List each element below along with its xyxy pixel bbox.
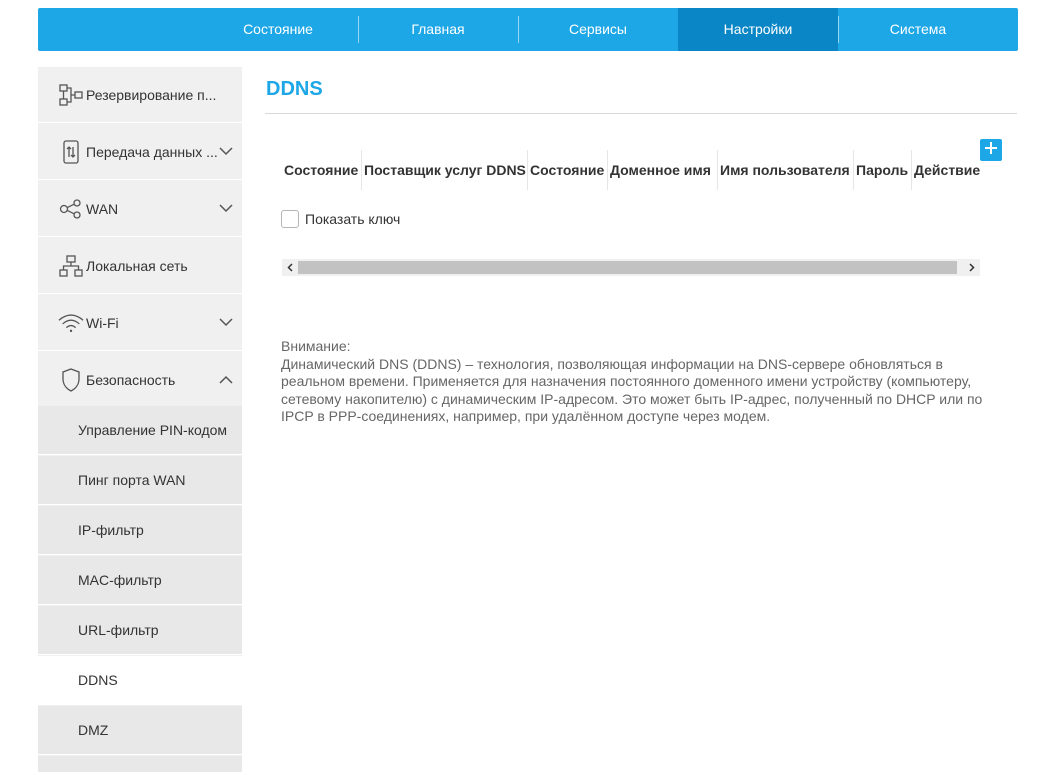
submenu-item-pin[interactable]: Управление PIN-кодом	[38, 406, 242, 455]
wan-icon	[58, 196, 84, 222]
plus-icon	[985, 141, 997, 159]
notice-text: Динамический DNS (DDNS) – технология, по…	[281, 355, 983, 425]
sidebar-item-label: Безопасность	[86, 371, 176, 388]
sidebar-item-backup[interactable]: Резервирование п...	[38, 67, 242, 123]
tab-services[interactable]: Сервисы	[518, 8, 678, 51]
tab-status[interactable]: Состояние	[198, 8, 358, 51]
sidebar: Резервирование п... Передача данных ... …	[38, 67, 242, 772]
submenu-item-label: IP-фильтр	[78, 522, 144, 538]
title-divider	[265, 113, 1017, 114]
page-title: DDNS	[266, 78, 323, 100]
wifi-icon	[58, 310, 84, 336]
submenu-item-wan-ping[interactable]: Пинг порта WAN	[38, 456, 242, 505]
tab-settings[interactable]: Настройки	[678, 8, 838, 51]
sidebar-item-label: Локальная сеть	[86, 257, 188, 274]
sidebar-item-wifi[interactable]: Wi-Fi	[38, 295, 242, 351]
chevron-down-icon	[218, 201, 234, 217]
sidebar-item-label: Wi-Fi	[86, 314, 119, 331]
notice-title: Внимание:	[281, 338, 351, 354]
submenu-item-url-filter[interactable]: URL-фильтр	[38, 606, 242, 655]
mobile-data-icon	[58, 139, 84, 165]
tab-home[interactable]: Главная	[358, 8, 518, 51]
chevron-down-icon	[218, 315, 234, 331]
show-key-label: Показать ключ	[305, 211, 401, 227]
sidebar-item-security[interactable]: Безопасность	[38, 352, 242, 408]
scroll-left-icon[interactable]	[282, 259, 298, 276]
submenu-item-label: Пинг порта WAN	[78, 472, 186, 488]
notice: Внимание: Динамический DNS (DDNS) – техн…	[281, 338, 1001, 426]
submenu-item-more[interactable]	[38, 756, 242, 772]
sidebar-item-mobile-data[interactable]: Передача данных ...	[38, 124, 242, 180]
tab-system[interactable]: Система	[838, 8, 998, 51]
sidebar-item-label: Резервирование п...	[86, 86, 217, 103]
submenu-item-label: DMZ	[78, 722, 109, 738]
submenu-item-mac-filter[interactable]: MAC-фильтр	[38, 556, 242, 605]
submenu-item-label: Управление PIN-кодом	[78, 422, 228, 438]
shield-icon	[58, 367, 84, 393]
column-header-action: Действие	[914, 162, 980, 178]
submenu-item-ip-filter[interactable]: IP-фильтр	[38, 506, 242, 555]
column-header-provider: Поставщик услуг DDNS	[362, 150, 528, 190]
submenu-item-label: MAC-фильтр	[78, 572, 162, 588]
scrollbar-thumb[interactable]	[298, 261, 957, 274]
network-backup-icon	[58, 82, 84, 108]
chevron-down-icon	[218, 144, 234, 160]
submenu-item-label: DDNS	[78, 672, 118, 688]
top-navigation: Состояние Главная Сервисы Настройки Сист…	[38, 8, 1018, 51]
column-header-status: Состояние	[528, 150, 608, 190]
sidebar-item-label: Передача данных ...	[86, 143, 218, 160]
scroll-right-icon[interactable]	[964, 259, 980, 276]
show-key-checkbox-row[interactable]: Показать ключ	[281, 210, 400, 228]
sidebar-item-lan[interactable]: Локальная сеть	[38, 238, 242, 294]
add-button[interactable]	[980, 139, 1002, 161]
sidebar-item-label: WAN	[86, 200, 119, 217]
sidebar-item-wan[interactable]: WAN	[38, 181, 242, 237]
column-header-password: Пароль	[854, 150, 912, 190]
chevron-up-icon	[218, 372, 234, 388]
ddns-table: Состояние Поставщик услуг DDNS Состояние…	[282, 150, 980, 190]
lan-icon	[58, 253, 84, 279]
submenu-item-ddns[interactable]: DDNS	[38, 656, 242, 705]
show-key-checkbox[interactable]	[281, 210, 299, 228]
column-header-status: Состояние	[282, 150, 362, 190]
table-header: Состояние Поставщик услуг DDNS Состояние…	[282, 150, 980, 190]
column-header-domain: Доменное имя	[608, 150, 718, 190]
column-header-username: Имя пользователя	[718, 150, 854, 190]
horizontal-scrollbar[interactable]	[282, 259, 980, 276]
submenu-item-dmz[interactable]: DMZ	[38, 706, 242, 755]
submenu-item-label: URL-фильтр	[78, 622, 159, 638]
